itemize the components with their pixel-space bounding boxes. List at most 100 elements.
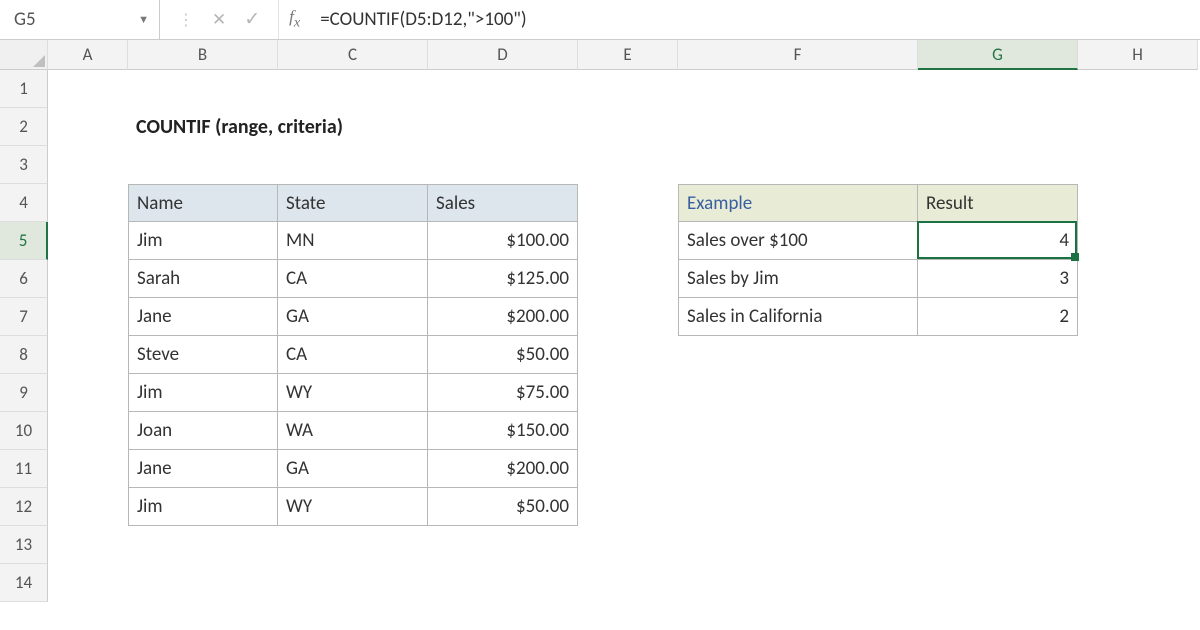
cell[interactable] <box>1078 488 1198 526</box>
cell[interactable] <box>48 298 128 336</box>
table-row[interactable]: Joan <box>128 412 278 450</box>
table1-header-state[interactable]: State <box>278 184 428 222</box>
row-header-4[interactable]: 4 <box>0 184 48 222</box>
cell[interactable] <box>48 222 128 260</box>
cell[interactable] <box>128 564 278 602</box>
table-row[interactable]: Sarah <box>128 260 278 298</box>
row-header-6[interactable]: 6 <box>0 260 48 298</box>
cell[interactable] <box>1078 146 1198 184</box>
cell[interactable] <box>1078 222 1198 260</box>
table2-header-example[interactable]: Example <box>678 184 918 222</box>
cell[interactable] <box>48 184 128 222</box>
cell[interactable] <box>1078 336 1198 374</box>
table-row[interactable]: Jim <box>128 374 278 412</box>
cell[interactable] <box>578 298 678 336</box>
cell[interactable] <box>428 108 578 146</box>
spreadsheet-grid[interactable]: A B C D E F G H 1 2 COUNTIF (range, crit… <box>0 40 1200 602</box>
row-header-10[interactable]: 10 <box>0 412 48 450</box>
cell[interactable] <box>918 146 1078 184</box>
cell[interactable] <box>48 526 128 564</box>
cell[interactable] <box>578 70 678 108</box>
cell[interactable] <box>578 564 678 602</box>
cell[interactable] <box>1078 184 1198 222</box>
table-row[interactable]: GA <box>278 450 428 488</box>
table-row[interactable]: WY <box>278 374 428 412</box>
table-row[interactable]: GA <box>278 298 428 336</box>
cell[interactable] <box>48 450 128 488</box>
table-row[interactable]: WY <box>278 488 428 526</box>
table-row[interactable]: $200.00 <box>428 298 578 336</box>
cell[interactable] <box>48 374 128 412</box>
table-row[interactable]: Steve <box>128 336 278 374</box>
cell[interactable] <box>578 146 678 184</box>
cell[interactable] <box>48 412 128 450</box>
page-title[interactable]: COUNTIF (range, criteria) <box>128 108 278 146</box>
table-row[interactable]: Sales over $100 <box>678 222 918 260</box>
active-cell[interactable]: 4 <box>918 222 1078 260</box>
cell[interactable] <box>278 526 428 564</box>
row-header-9[interactable]: 9 <box>0 374 48 412</box>
cell[interactable] <box>128 526 278 564</box>
cell[interactable] <box>128 146 278 184</box>
table-row[interactable]: 3 <box>918 260 1078 298</box>
cell[interactable] <box>578 260 678 298</box>
row-header-3[interactable]: 3 <box>0 146 48 184</box>
cell[interactable] <box>678 450 918 488</box>
cell[interactable] <box>918 526 1078 564</box>
table-row[interactable]: $50.00 <box>428 336 578 374</box>
col-header-g[interactable]: G <box>918 40 1078 70</box>
cell[interactable] <box>428 146 578 184</box>
cell[interactable] <box>918 412 1078 450</box>
table1-header-sales[interactable]: Sales <box>428 184 578 222</box>
row-header-5[interactable]: 5 <box>0 222 48 260</box>
cell[interactable] <box>578 222 678 260</box>
col-header-e[interactable]: E <box>578 40 678 70</box>
table1-header-name[interactable]: Name <box>128 184 278 222</box>
col-header-h[interactable]: H <box>1078 40 1198 70</box>
cell[interactable] <box>1078 450 1198 488</box>
table-row[interactable]: $150.00 <box>428 412 578 450</box>
cell[interactable] <box>678 374 918 412</box>
cell[interactable] <box>278 564 428 602</box>
cell[interactable] <box>918 488 1078 526</box>
cell[interactable] <box>48 260 128 298</box>
col-header-b[interactable]: B <box>128 40 278 70</box>
table-row[interactable]: Jane <box>128 450 278 488</box>
table-row[interactable]: CA <box>278 260 428 298</box>
table-row[interactable]: Sales in California <box>678 298 918 336</box>
cell[interactable] <box>48 336 128 374</box>
table-row[interactable]: $75.00 <box>428 374 578 412</box>
row-header-14[interactable]: 14 <box>0 564 48 602</box>
select-all-corner[interactable] <box>0 40 48 70</box>
cell[interactable] <box>918 450 1078 488</box>
cell[interactable] <box>578 184 678 222</box>
table-row[interactable]: Jane <box>128 298 278 336</box>
table-row[interactable]: WA <box>278 412 428 450</box>
cell[interactable] <box>428 564 578 602</box>
table-row[interactable]: $100.00 <box>428 222 578 260</box>
cell[interactable] <box>48 564 128 602</box>
cell[interactable] <box>678 146 918 184</box>
cell[interactable] <box>918 564 1078 602</box>
table2-header-result[interactable]: Result <box>918 184 1078 222</box>
cell[interactable] <box>578 412 678 450</box>
cell[interactable] <box>428 70 578 108</box>
cell[interactable] <box>1078 412 1198 450</box>
table-row[interactable]: 2 <box>918 298 1078 336</box>
table-row[interactable]: MN <box>278 222 428 260</box>
row-header-7[interactable]: 7 <box>0 298 48 336</box>
chevron-down-icon[interactable]: ▼ <box>138 13 149 26</box>
confirm-icon[interactable]: ✓ <box>244 8 260 31</box>
cell[interactable] <box>678 412 918 450</box>
table-row[interactable]: $50.00 <box>428 488 578 526</box>
cell[interactable] <box>578 374 678 412</box>
cell[interactable] <box>578 526 678 564</box>
cell[interactable] <box>1078 260 1198 298</box>
cell[interactable] <box>278 108 428 146</box>
col-header-d[interactable]: D <box>428 40 578 70</box>
cell[interactable] <box>678 488 918 526</box>
cell[interactable] <box>678 564 918 602</box>
cell[interactable] <box>918 336 1078 374</box>
row-header-8[interactable]: 8 <box>0 336 48 374</box>
cell[interactable] <box>578 488 678 526</box>
